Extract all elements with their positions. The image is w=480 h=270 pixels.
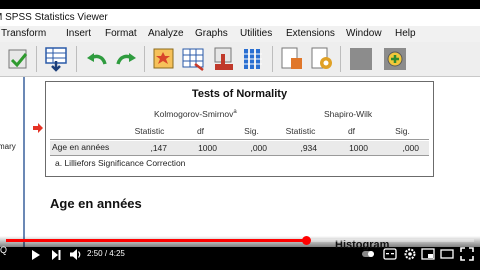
- video-progress-bar[interactable]: [6, 236, 474, 245]
- tests-of-normality-table[interactable]: Tests of Normality Kolmogorov-Smirnova S…: [45, 81, 434, 177]
- settings-gear-icon[interactable]: [403, 247, 417, 261]
- table-cell: 1000: [349, 143, 368, 153]
- toolbar-separator: [144, 46, 145, 72]
- create-chart-icon[interactable]: [241, 46, 267, 72]
- add-icon[interactable]: [382, 46, 408, 72]
- volume-icon[interactable]: [69, 248, 82, 261]
- table-cell: ,147: [150, 143, 167, 153]
- toolbar: [0, 42, 480, 77]
- menu-format[interactable]: Format: [105, 26, 137, 42]
- variables-icon[interactable]: [211, 46, 237, 72]
- toolbar-separator: [76, 46, 77, 72]
- goto-data-icon[interactable]: [44, 46, 70, 72]
- title-bar: M SPSS Statistics Viewer: [0, 9, 480, 26]
- play-icon[interactable]: [31, 249, 41, 261]
- table-cell: 1000: [198, 143, 217, 153]
- table-footnote: a. Lilliefors Significance Correction: [55, 158, 186, 168]
- menu-utilities[interactable]: Utilities: [240, 26, 272, 42]
- outline-item-label[interactable]: mary: [0, 142, 16, 151]
- group-header-sw: Shapiro-Wilk: [324, 109, 373, 119]
- menu-insert[interactable]: Insert: [66, 26, 91, 42]
- column-header: df: [196, 126, 205, 136]
- next-icon[interactable]: [51, 249, 61, 261]
- column-header: Sig.: [395, 126, 410, 136]
- table-cell: ,000: [402, 143, 419, 153]
- menu-transform[interactable]: Transform: [1, 26, 46, 42]
- group-header-ks: Kolmogorov-Smirnova: [154, 109, 237, 119]
- table-title: Tests of Normality: [191, 88, 288, 100]
- menu-bar: Transform Insert Format Analyze Graphs U…: [0, 26, 480, 42]
- header-divider: [50, 139, 429, 140]
- insert-output-icon[interactable]: [309, 46, 335, 72]
- row-label: Age en années: [52, 142, 110, 152]
- left-fragment: Q: [0, 245, 8, 255]
- table-cell: ,000: [250, 143, 267, 153]
- recall-dialog-icon[interactable]: [6, 46, 32, 72]
- autoplay-toggle-icon[interactable]: [361, 247, 375, 261]
- toolbar-separator: [36, 46, 37, 72]
- menu-analyze[interactable]: Analyze: [148, 26, 184, 42]
- table-cell: ,934: [300, 143, 317, 153]
- spss-viewer-screen: M SPSS Statistics Viewer Transform Inser…: [0, 0, 480, 270]
- menu-window[interactable]: Window: [346, 26, 382, 42]
- current-item-arrow-icon: [33, 123, 43, 133]
- duration: 4:25: [109, 249, 125, 258]
- column-header: Sig.: [244, 126, 259, 136]
- column-header: Statistic: [285, 126, 316, 136]
- captions-icon[interactable]: [383, 247, 397, 261]
- insert-title-icon[interactable]: [348, 46, 374, 72]
- video-time: 2:50 / 4:25: [87, 249, 125, 258]
- video-progress-fill: [6, 239, 307, 242]
- toolbar-separator: [340, 46, 341, 72]
- section-heading: Age en années: [50, 196, 142, 211]
- theater-mode-icon[interactable]: [440, 247, 454, 261]
- fullscreen-icon[interactable]: [460, 247, 474, 261]
- goto-case-icon[interactable]: [151, 46, 177, 72]
- redo-icon[interactable]: [113, 46, 139, 72]
- export-icon[interactable]: [279, 46, 305, 72]
- outline-pane[interactable]: mary: [0, 77, 25, 247]
- row-divider: [50, 155, 429, 156]
- current-time: 2:50: [87, 249, 103, 258]
- menu-help[interactable]: Help: [395, 26, 416, 42]
- toolbar-separator: [272, 46, 273, 72]
- miniplayer-icon[interactable]: [421, 247, 435, 261]
- window-title: M SPSS Statistics Viewer: [0, 12, 108, 23]
- undo-icon[interactable]: [84, 46, 110, 72]
- column-header: df: [347, 126, 356, 136]
- column-header: Statistic: [134, 126, 165, 136]
- time-separator: /: [104, 249, 108, 258]
- menu-extensions[interactable]: Extensions: [286, 26, 335, 42]
- menu-graphs[interactable]: Graphs: [195, 26, 228, 42]
- goto-variable-icon[interactable]: [181, 46, 207, 72]
